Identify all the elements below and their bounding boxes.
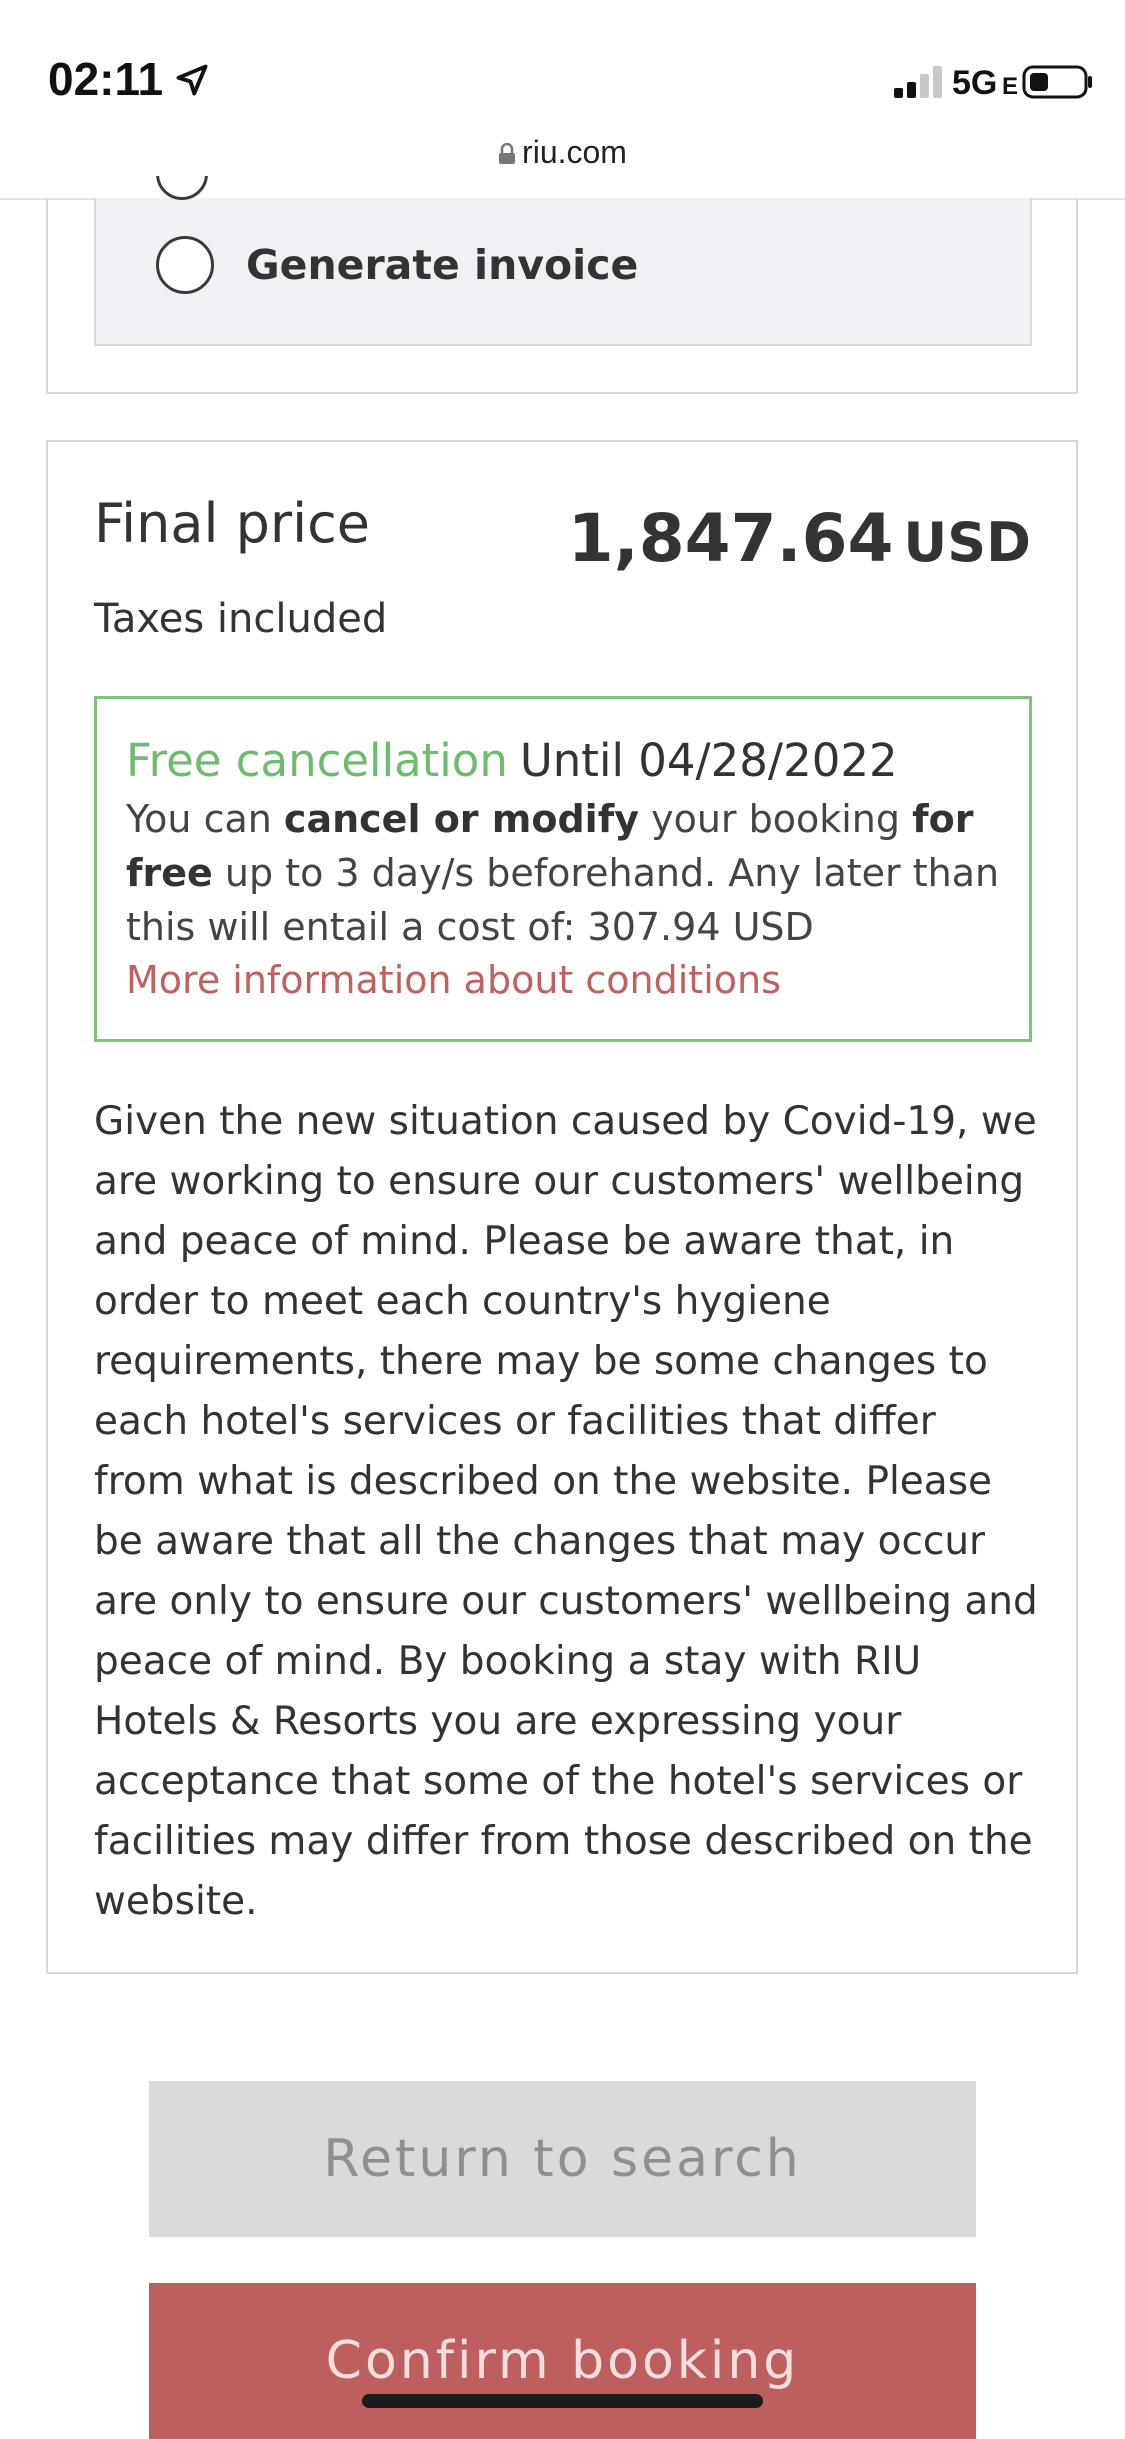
status-time: 02:11 (48, 53, 164, 105)
status-bar: 02:11 5G E (0, 0, 1125, 140)
covid-notice: Given the new situation caused by Covid-… (94, 1099, 1038, 1924)
final-price-label: Final price (94, 492, 371, 555)
cancellation-text-bold: cancel or modify (283, 797, 640, 841)
price-amount: 1,847.64 (567, 500, 894, 577)
return-to-search-button[interactable]: Return to search (149, 2081, 976, 2237)
generate-invoice-label[interactable]: Generate invoice (246, 241, 638, 289)
radio-icon[interactable] (156, 176, 212, 204)
price-currency: USD (903, 511, 1031, 574)
confirm-booking-button[interactable]: Confirm booking (149, 2283, 976, 2439)
cancellation-text-part: up to 3 day/s beforehand. Any later than… (126, 851, 1000, 949)
cancellation-until: Until 04/28/2022 (519, 734, 898, 787)
cancellation-text-part: You can (126, 797, 284, 841)
lock-icon (499, 143, 516, 164)
url-display[interactable]: riu.com (0, 134, 1125, 171)
cancellation-title: Free cancellation Until 04/28/2022 (126, 734, 898, 787)
home-indicator[interactable] (362, 2394, 763, 2408)
cancellation-text: You can cancel or modify your booking fo… (126, 792, 1006, 954)
taxes-note: Taxes included (94, 596, 388, 642)
conditions-link[interactable]: More information about conditions (126, 958, 781, 1002)
cancellation-text-part: your booking (639, 797, 913, 841)
url-text: riu.com (522, 134, 627, 170)
location-arrow-icon (176, 64, 208, 96)
network-type: 5G (952, 64, 998, 102)
generate-invoice-radio[interactable] (156, 236, 214, 294)
signal-icon (894, 66, 942, 98)
network-suffix: E (1002, 73, 1019, 100)
final-price-value: 1,847.64 USD (568, 500, 1031, 577)
battery-icon (1022, 65, 1092, 99)
free-cancellation-label: Free cancellation (126, 734, 508, 787)
